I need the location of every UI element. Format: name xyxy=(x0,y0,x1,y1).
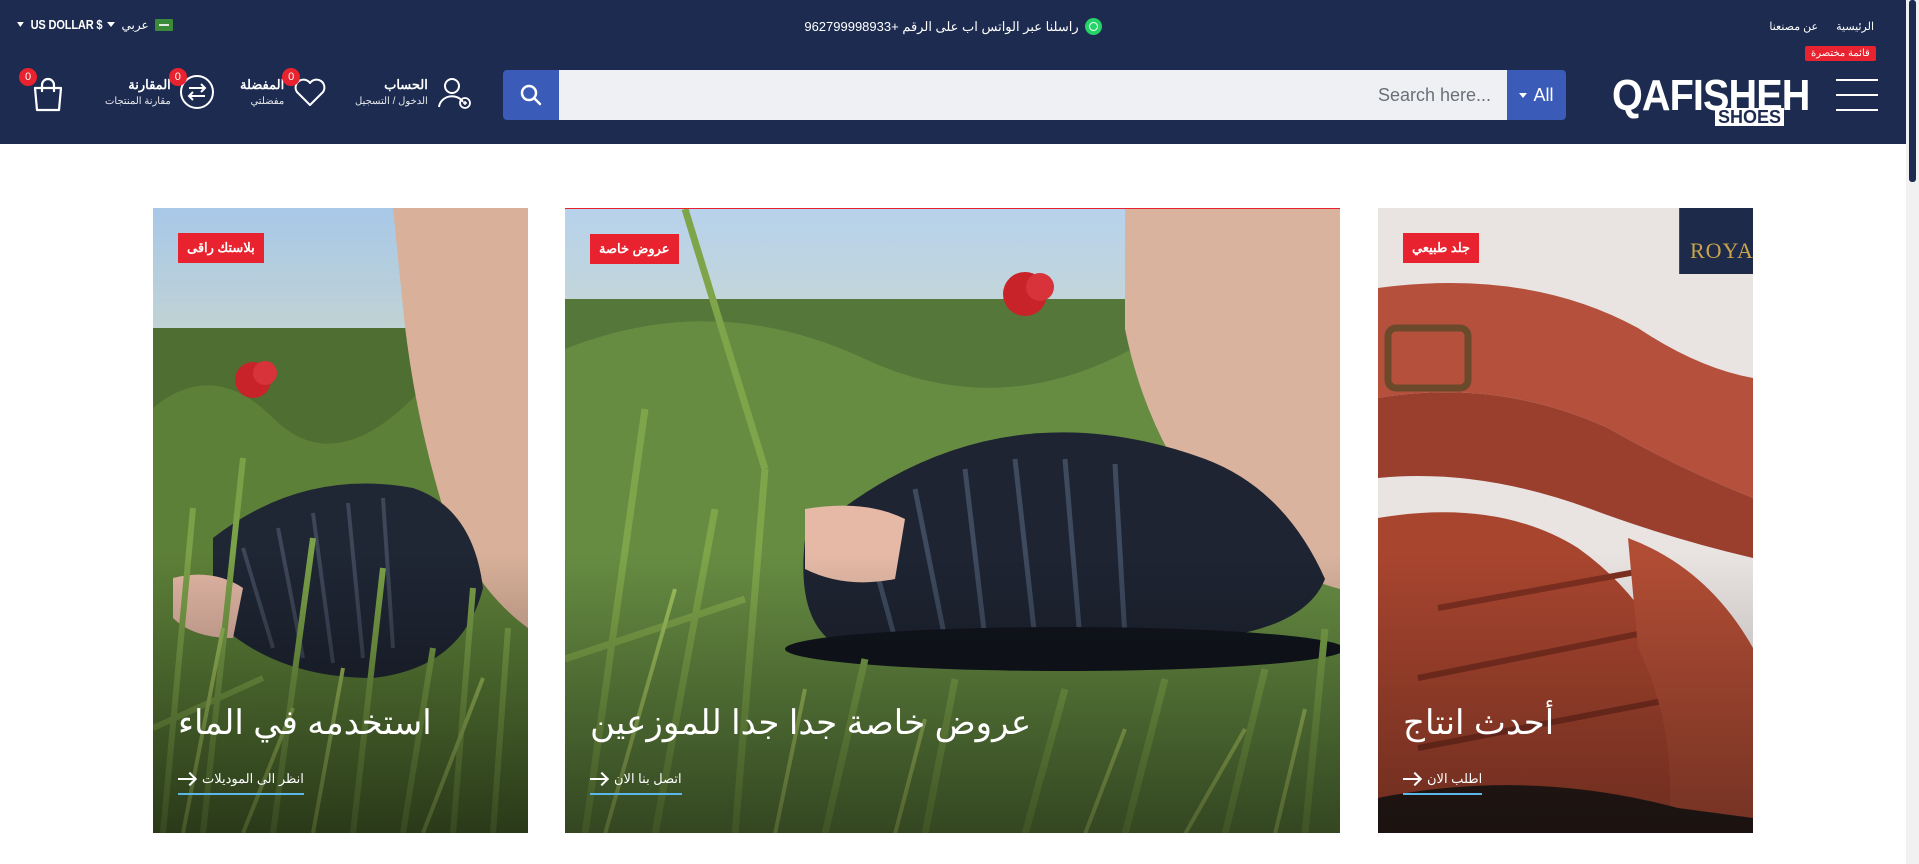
hamburger-icon xyxy=(1836,79,1878,111)
wishlist-icon-wrap: 0 xyxy=(282,68,328,110)
account-title: الحساب xyxy=(384,77,428,92)
search-icon xyxy=(520,84,542,106)
compare-title: المقارنة xyxy=(128,77,171,92)
chevron-down-icon xyxy=(1519,92,1528,98)
account-text: الحساب الدخول / التسجيل xyxy=(355,77,428,107)
site-header: US DOLLAR $ عربي راسلنا عبر الواتس اب عل… xyxy=(0,0,1906,144)
user-icon xyxy=(437,78,471,109)
top-bar: US DOLLAR $ عربي راسلنا عبر الواتس اب عل… xyxy=(0,0,1906,52)
banner-link-label: اتصل بنا الان xyxy=(614,771,682,786)
compare-icon-wrap: 0 xyxy=(168,68,215,110)
account-button[interactable]: الحساب الدخول / التسجيل xyxy=(355,74,472,110)
compare-button[interactable]: المقارنة مقارنة المنتجات 0 xyxy=(105,68,215,110)
logo-sub-text: SHOES xyxy=(1714,108,1784,126)
top-link-about[interactable]: عن مصنعنا xyxy=(1769,20,1818,33)
brand-sign: ROYA xyxy=(1679,208,1753,274)
banner-title: استخدمه في الماء xyxy=(178,704,432,742)
promo-banner-new[interactable]: ROYA جلد طبيعي أحدث انتاج اطلب الان xyxy=(1378,208,1753,833)
search-category-select[interactable]: All xyxy=(1507,70,1566,120)
top-links: الرئيسية عن مصنعنا xyxy=(1769,20,1874,33)
whatsapp-text: راسلنا عبر الواتس اب على الرقم +96279999… xyxy=(804,18,1079,34)
site-logo[interactable]: QAFISHEH SHOES xyxy=(1612,72,1810,126)
search-bar: All xyxy=(503,70,1566,120)
page-scrollbar[interactable] xyxy=(1906,0,1919,864)
arrow-right-icon xyxy=(178,773,196,785)
top-link-home[interactable]: الرئيسية xyxy=(1836,20,1874,33)
compare-count-badge: 0 xyxy=(168,68,187,86)
search-input[interactable] xyxy=(559,70,1507,120)
banner-tag: جلد طبيعي xyxy=(1403,233,1480,263)
banner-title: أحدث انتاج xyxy=(1403,704,1555,742)
search-category-label: All xyxy=(1533,84,1554,105)
search-button[interactable] xyxy=(503,70,559,120)
arrow-right-icon xyxy=(1403,773,1421,785)
compare-subtitle: مقارنة المنتجات xyxy=(105,96,171,107)
whatsapp-contact[interactable]: راسلنا عبر الواتس اب على الرقم +96279999… xyxy=(0,18,1906,35)
account-subtitle: الدخول / التسجيل xyxy=(355,96,428,107)
wishlist-subtitle: مفضلتي xyxy=(250,96,285,107)
scrollbar-thumb[interactable] xyxy=(1909,0,1916,182)
hamburger-menu-button[interactable] xyxy=(1834,78,1880,112)
wishlist-button[interactable]: المفضلة مفضلتي 0 xyxy=(240,68,328,110)
arrow-right-icon xyxy=(590,773,608,785)
banner-link[interactable]: اطلب الان xyxy=(1403,771,1483,795)
promo-banner-offers[interactable]: عروض خاصة عروض خاصة جدا جدا للموزعين اتص… xyxy=(565,208,1340,833)
promo-banner-water[interactable]: بلاستك راقى استخدمه في الماء انظر الى ال… xyxy=(153,208,528,833)
banner-link-label: انظر الى الموديلات xyxy=(202,771,304,786)
cart-button[interactable]: 0 xyxy=(19,68,68,114)
wishlist-text: المفضلة مفضلتي xyxy=(240,77,284,107)
cart-count-badge: 0 xyxy=(19,68,37,86)
compare-text: المقارنة مقارنة المنتجات xyxy=(105,77,171,107)
whatsapp-icon xyxy=(1084,18,1102,35)
wishlist-title: المفضلة xyxy=(240,77,285,92)
banner-link[interactable]: اتصل بنا الان xyxy=(590,771,682,795)
banner-tag: بلاستك راقى xyxy=(178,233,264,263)
banner-link-label: اطلب الان xyxy=(1427,771,1483,786)
banner-tag: عروض خاصة xyxy=(590,234,679,264)
banner-title: عروض خاصة جدا جدا للموزعين xyxy=(590,704,1032,742)
menu-badge: قائمة مختصرة xyxy=(1805,46,1876,61)
main-header-bar: 0 المقارنة مقارنة المنتجات 0 المفضلة مفض… xyxy=(0,52,1906,144)
banner-link[interactable]: انظر الى الموديلات xyxy=(178,771,304,795)
